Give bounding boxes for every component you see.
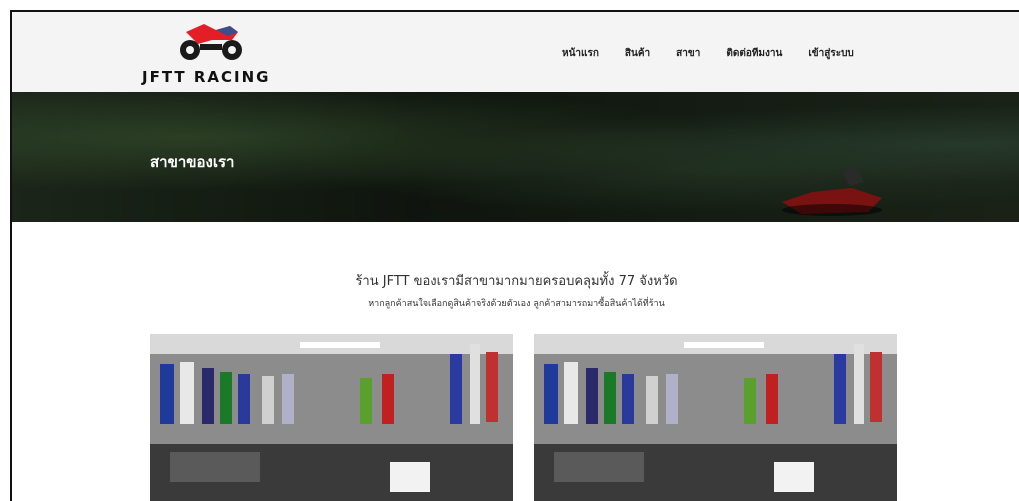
main-nav: หน้าแรก สินค้า สาขา ติดต่อทีมงาน เข้าสู่… <box>562 46 880 61</box>
hero-motorcycle-image <box>782 166 882 216</box>
intro-heading: ร้าน JFTT ของเรามีสาขามากมายครอบคลุมทั้ง… <box>355 274 678 289</box>
motorcycle-icon <box>180 24 242 60</box>
nav-contact[interactable]: ติดต่อทีมงาน <box>726 46 782 61</box>
brand-name: JFTT RACING <box>142 68 271 86</box>
site-header: JFTT RACING หน้าแรก สินค้า สาขา ติดต่อที… <box>12 12 1019 92</box>
hero-banner: สาขาของเรา <box>12 92 1019 222</box>
store-photo-2[interactable] <box>534 334 897 501</box>
nav-home[interactable]: หน้าแรก <box>562 46 599 61</box>
brand-logo[interactable]: JFTT RACING <box>142 18 282 88</box>
store-interior-image <box>150 334 513 501</box>
intro-subheading: หากลูกค้าสนใจเลือกดูสินค้าจริงด้วยตัวเอง… <box>368 299 665 309</box>
nav-login[interactable]: เข้าสู่ระบบ <box>808 46 853 61</box>
page-title: สาขาของเรา <box>150 153 235 171</box>
nav-branches[interactable]: สาขา <box>676 46 700 61</box>
store-interior-image <box>534 334 897 501</box>
nav-products[interactable]: สินค้า <box>625 46 650 61</box>
page-frame: JFTT RACING หน้าแรก สินค้า สาขา ติดต่อที… <box>10 10 1019 501</box>
store-photo-1[interactable] <box>150 334 513 501</box>
